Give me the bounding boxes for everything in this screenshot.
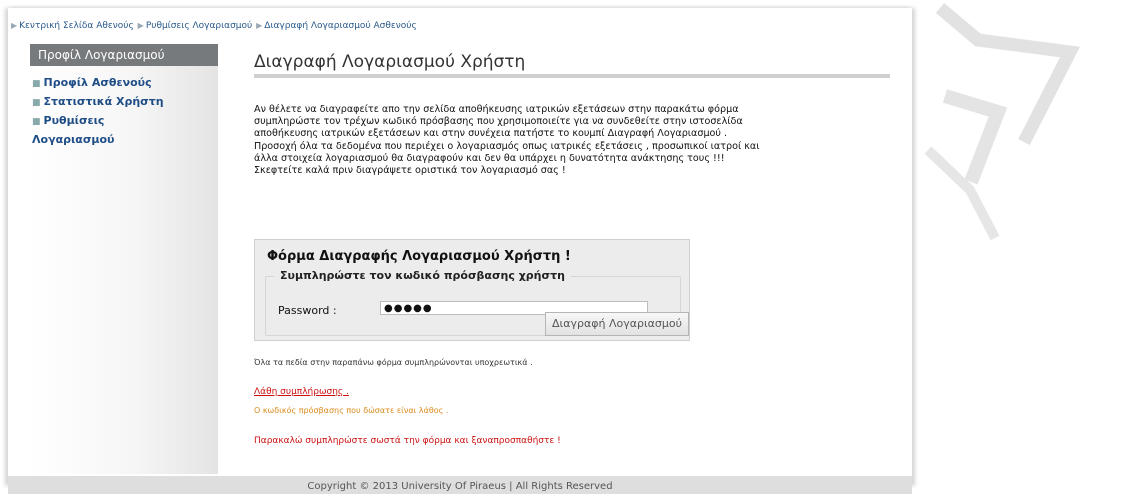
sidebar-item-label: Προφίλ Ασθενούς bbox=[43, 76, 152, 89]
intro-text: Αν θέλετε να διαγραφείτε απο την σελίδα … bbox=[254, 104, 894, 177]
intro-line: Σκεφτείτε καλά πριν διαγράψετε οριστικά … bbox=[254, 165, 566, 177]
intro-line: αποθήκευσης ιατρικών εξετάσεων και στην … bbox=[254, 128, 728, 140]
intro-line: Αν θέλετε να διαγραφείτε απο την σελίδα … bbox=[254, 104, 739, 115]
page-title: Διαγραφή Λογαριασμού Χρήστη bbox=[254, 52, 526, 72]
decorative-background-art bbox=[924, 3, 1080, 241]
sidebar-item-label: Στατιστικά Χρήστη bbox=[43, 95, 164, 108]
sidebar-item-patient-profile[interactable]: ■ Προφίλ Ασθενούς bbox=[30, 74, 218, 93]
intro-line: άλλα στοιχεία λογαριασμού θα διαγραφούν … bbox=[254, 152, 725, 164]
required-note: Όλα τα πεδία στην παραπάνω φόρμα συμπληρ… bbox=[254, 358, 533, 367]
sidebar-header: Προφίλ Λογαριασμού bbox=[30, 44, 218, 66]
breadcrumb-arrow-icon: ▶ bbox=[256, 21, 263, 30]
breadcrumb-arrow-icon: ▶ bbox=[11, 21, 18, 30]
breadcrumb-current[interactable]: Διαγραφή Λογαριασμού Ασθενούς bbox=[264, 21, 416, 31]
bullet-icon: ■ bbox=[32, 79, 41, 89]
error-heading: Λάθη συμπλήρωσης . bbox=[254, 387, 349, 397]
footer: Copyright © 2013 University Of Piraeus |… bbox=[8, 476, 912, 494]
sidebar-item-label: Ρυθμίσεις bbox=[43, 114, 105, 127]
breadcrumb: ▶ Κεντρική Σελίδα Αθενούς ▶ Ρυθμίσεις Λογα… bbox=[10, 21, 417, 31]
sidebar-item-settings[interactable]: ■ Ρυθμίσεις bbox=[30, 112, 218, 131]
main-content: Διαγραφή Λογαριασμού Χρήστη Αν θέλετε να… bbox=[254, 44, 894, 446]
sidebar-item-user-statistics[interactable]: ■ Στατιστικά Χρήστη bbox=[30, 93, 218, 112]
delete-account-button[interactable]: Διαγραφή Λογαριασμού bbox=[545, 312, 689, 336]
title-divider bbox=[254, 74, 890, 78]
breadcrumb-home-link[interactable]: Κεντρική Σελίδα Αθενούς bbox=[19, 21, 134, 31]
breadcrumb-settings-link[interactable]: Ρυθμίσεις Λογαριασμού bbox=[146, 21, 252, 31]
error-final-message: Παρακαλώ συμπληρώστε σωστά την φόρμα και… bbox=[254, 436, 561, 446]
fieldset-legend: Συμπληρώστε τον κωδικό πρόσβασης χρήστη bbox=[274, 269, 571, 282]
sidebar-menu: ■ Προφίλ Ασθενούς ■ Στατιστικά Χρήστη ■ Ρυθ… bbox=[30, 74, 218, 149]
bullet-icon: ■ bbox=[32, 117, 41, 127]
intro-line: συμπληρώστε τον τρέχων κωδικό πρόσβασης … bbox=[254, 116, 743, 128]
form-title: Φόρμα Διαγραφής Λογαριασμού Χρήστη ! bbox=[267, 249, 571, 264]
intro-line: Προσοχή όλα τα δεδομένα που περιέχει ο λ… bbox=[254, 140, 760, 152]
error-message: Ο κωδικός πρόσβασης που δώσατε είναι λάθ… bbox=[254, 406, 449, 415]
sidebar-item-account[interactable]: Λογαριασμού bbox=[30, 131, 218, 149]
sidebar: Προφίλ Λογαριασμού ■ Προφίλ Ασθενούς ■ Στα… bbox=[30, 44, 218, 474]
bullet-icon: ■ bbox=[32, 98, 41, 108]
password-label: Password : bbox=[278, 304, 337, 317]
breadcrumb-arrow-icon: ▶ bbox=[137, 21, 144, 30]
page-container: ▶ Κεντρική Σελίδα Αθενούς ▶ Ρυθμίσεις Λογα… bbox=[8, 8, 912, 494]
